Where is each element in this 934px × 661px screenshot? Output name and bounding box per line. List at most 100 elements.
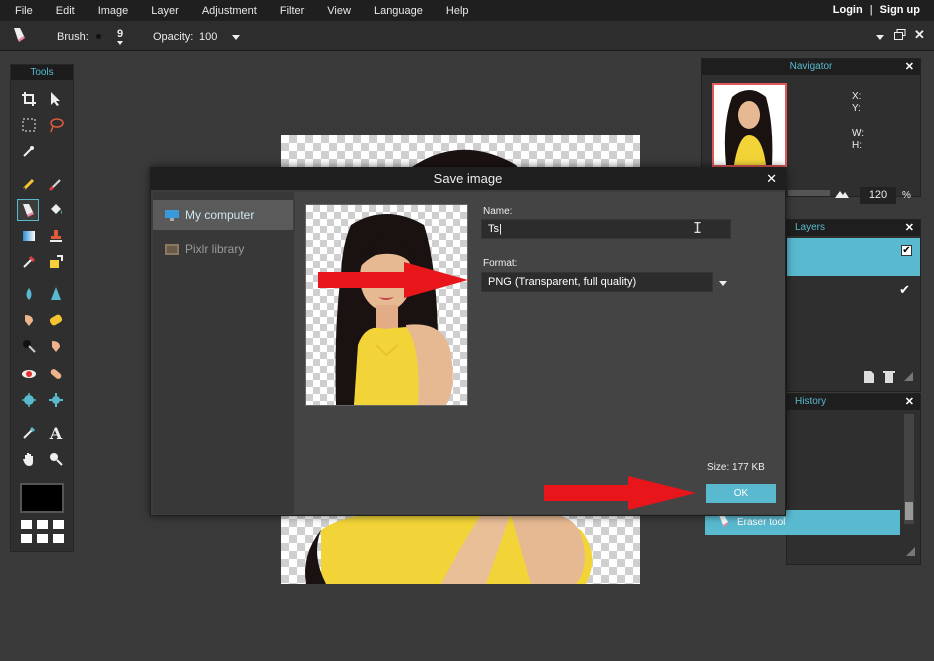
delete-layer-icon[interactable] — [883, 370, 895, 387]
zoom-slider[interactable] — [788, 190, 830, 196]
account-separator: | — [869, 4, 873, 16]
format-select[interactable]: PNG (Transparent, full quality) — [481, 272, 713, 292]
options-bar: Brush: 9 Opacity: 100 ✕ — [0, 21, 934, 51]
burn-tool-icon[interactable] — [18, 335, 40, 357]
computer-icon — [165, 209, 179, 221]
layers-close-icon[interactable]: ✕ — [905, 220, 914, 236]
navigator-x-label: X: — [852, 91, 862, 102]
eraser-tool-icon — [11, 26, 27, 47]
history-title: History — [795, 396, 827, 407]
restore-window-icon[interactable] — [894, 29, 906, 43]
red-eye-tool-icon[interactable] — [18, 363, 40, 385]
dialog-header: Save image ✕ — [151, 168, 785, 190]
layers-header: Layers ✕ — [787, 220, 920, 236]
layer-row[interactable]: ✔ — [787, 277, 920, 315]
layer-visibility-check[interactable]: ✔ — [899, 282, 910, 298]
close-window-icon[interactable]: ✕ — [914, 27, 925, 43]
location-my-computer[interactable]: My computer — [153, 200, 293, 230]
annotation-arrow-format — [318, 262, 468, 298]
pencil-tool-icon[interactable] — [18, 173, 40, 195]
history-panel: History ✕ — [786, 393, 921, 565]
brush-size-chevron-icon[interactable] — [117, 41, 123, 45]
menu-view[interactable]: View — [327, 5, 351, 17]
history-close-icon[interactable]: ✕ — [905, 394, 914, 410]
navigator-header: Navigator ✕ — [702, 59, 920, 75]
account-links: Login | Sign up — [833, 4, 920, 16]
wand-tool-icon[interactable] — [18, 140, 40, 162]
toolbox: Tools A — [10, 64, 74, 552]
zoom-tool-icon[interactable] — [45, 448, 67, 470]
zoom-percent-label: % — [902, 190, 911, 201]
opacity-value[interactable]: 100 — [199, 31, 217, 43]
menu-help[interactable]: Help — [446, 5, 469, 17]
zoom-mountain-icon — [835, 188, 849, 201]
workspace-menu-icon[interactable] — [876, 35, 884, 40]
brush-tool-icon[interactable] — [45, 173, 67, 195]
eraser-tool-icon[interactable] — [17, 199, 39, 221]
name-input-value: Ts — [488, 223, 499, 235]
dodge-tool-icon[interactable] — [45, 335, 67, 357]
crop-tool-icon[interactable] — [18, 88, 40, 110]
library-icon — [165, 243, 179, 255]
signup-link[interactable]: Sign up — [880, 4, 920, 16]
layer-row-selected[interactable]: ✔ — [787, 238, 920, 276]
history-scrollbar-thumb[interactable] — [905, 502, 913, 520]
zoom-value-field[interactable]: 120 — [860, 187, 896, 204]
menu-layer[interactable]: Layer — [151, 5, 179, 17]
menu-language[interactable]: Language — [374, 5, 423, 17]
stamp-tool-icon[interactable] — [45, 225, 67, 247]
primary-color-swatch[interactable] — [20, 483, 64, 513]
move-tool-icon[interactable] — [45, 88, 67, 110]
bloat-tool-icon[interactable] — [18, 389, 40, 411]
history-header: History ✕ — [787, 394, 920, 410]
smudge-tool-icon[interactable] — [18, 309, 40, 331]
location-pixlr-library[interactable]: Pixlr library — [153, 234, 293, 264]
sponge-tool-icon[interactable] — [45, 309, 67, 331]
menu-bar: File Edit Image Layer Adjustment Filter … — [0, 0, 934, 21]
lasso-tool-icon[interactable] — [45, 114, 67, 136]
login-link[interactable]: Login — [833, 4, 863, 16]
ok-button[interactable]: OK — [706, 484, 776, 503]
format-dropdown-chevron-icon[interactable] — [719, 281, 727, 286]
preview-photo — [335, 214, 453, 405]
marquee-tool-icon[interactable] — [18, 114, 40, 136]
save-image-dialog: Save image ✕ My computer Pixlr library N… — [150, 167, 786, 516]
save-options-area: Name: Ts| I Format: PNG (Transparent, fu… — [295, 192, 785, 514]
brush-preview-icon[interactable] — [96, 34, 101, 39]
name-label: Name: — [483, 206, 513, 217]
pinch-tool-icon[interactable] — [45, 389, 67, 411]
layer-settings-icon[interactable] — [903, 371, 914, 385]
navigator-close-icon[interactable]: ✕ — [905, 59, 914, 75]
spot-heal-tool-icon[interactable] — [45, 363, 67, 385]
paint-bucket-tool-icon[interactable] — [45, 199, 67, 221]
toolbox-title: Tools — [11, 65, 73, 80]
history-item-label: Eraser tool — [737, 517, 786, 528]
format-selected-value: PNG (Transparent, full quality) — [488, 276, 637, 288]
brush-size[interactable]: 9 — [117, 28, 123, 40]
gradient-tool-icon[interactable] — [18, 225, 40, 247]
type-tool-icon[interactable]: A — [45, 422, 67, 444]
new-layer-icon[interactable] — [863, 370, 875, 387]
navigator-thumbnail[interactable] — [712, 83, 787, 167]
annotation-arrow-ok — [544, 476, 696, 510]
history-scrollbar[interactable] — [904, 414, 914, 524]
color-replace-tool-icon[interactable] — [18, 251, 40, 273]
history-resize-icon[interactable] — [905, 546, 916, 560]
hand-tool-icon[interactable] — [18, 448, 40, 470]
menu-filter[interactable]: Filter — [280, 5, 304, 17]
brush-label: Brush: — [57, 31, 89, 43]
menu-image[interactable]: Image — [98, 5, 129, 17]
dialog-close-icon[interactable]: ✕ — [766, 168, 777, 190]
opacity-chevron-icon[interactable] — [232, 35, 240, 40]
grid-view-icon[interactable] — [21, 520, 65, 546]
menu-adjustment[interactable]: Adjustment — [202, 5, 257, 17]
menu-edit[interactable]: Edit — [56, 5, 75, 17]
drawing-tool-icon[interactable] — [45, 251, 67, 273]
text-caret: | — [499, 223, 502, 235]
blur-tool-icon[interactable] — [18, 283, 40, 305]
color-picker-tool-icon[interactable] — [18, 422, 40, 444]
format-label: Format: — [483, 258, 518, 269]
menu-file[interactable]: File — [15, 5, 33, 17]
layer-visibility-checkbox[interactable]: ✔ — [901, 245, 912, 256]
sharpen-tool-icon[interactable] — [45, 283, 67, 305]
